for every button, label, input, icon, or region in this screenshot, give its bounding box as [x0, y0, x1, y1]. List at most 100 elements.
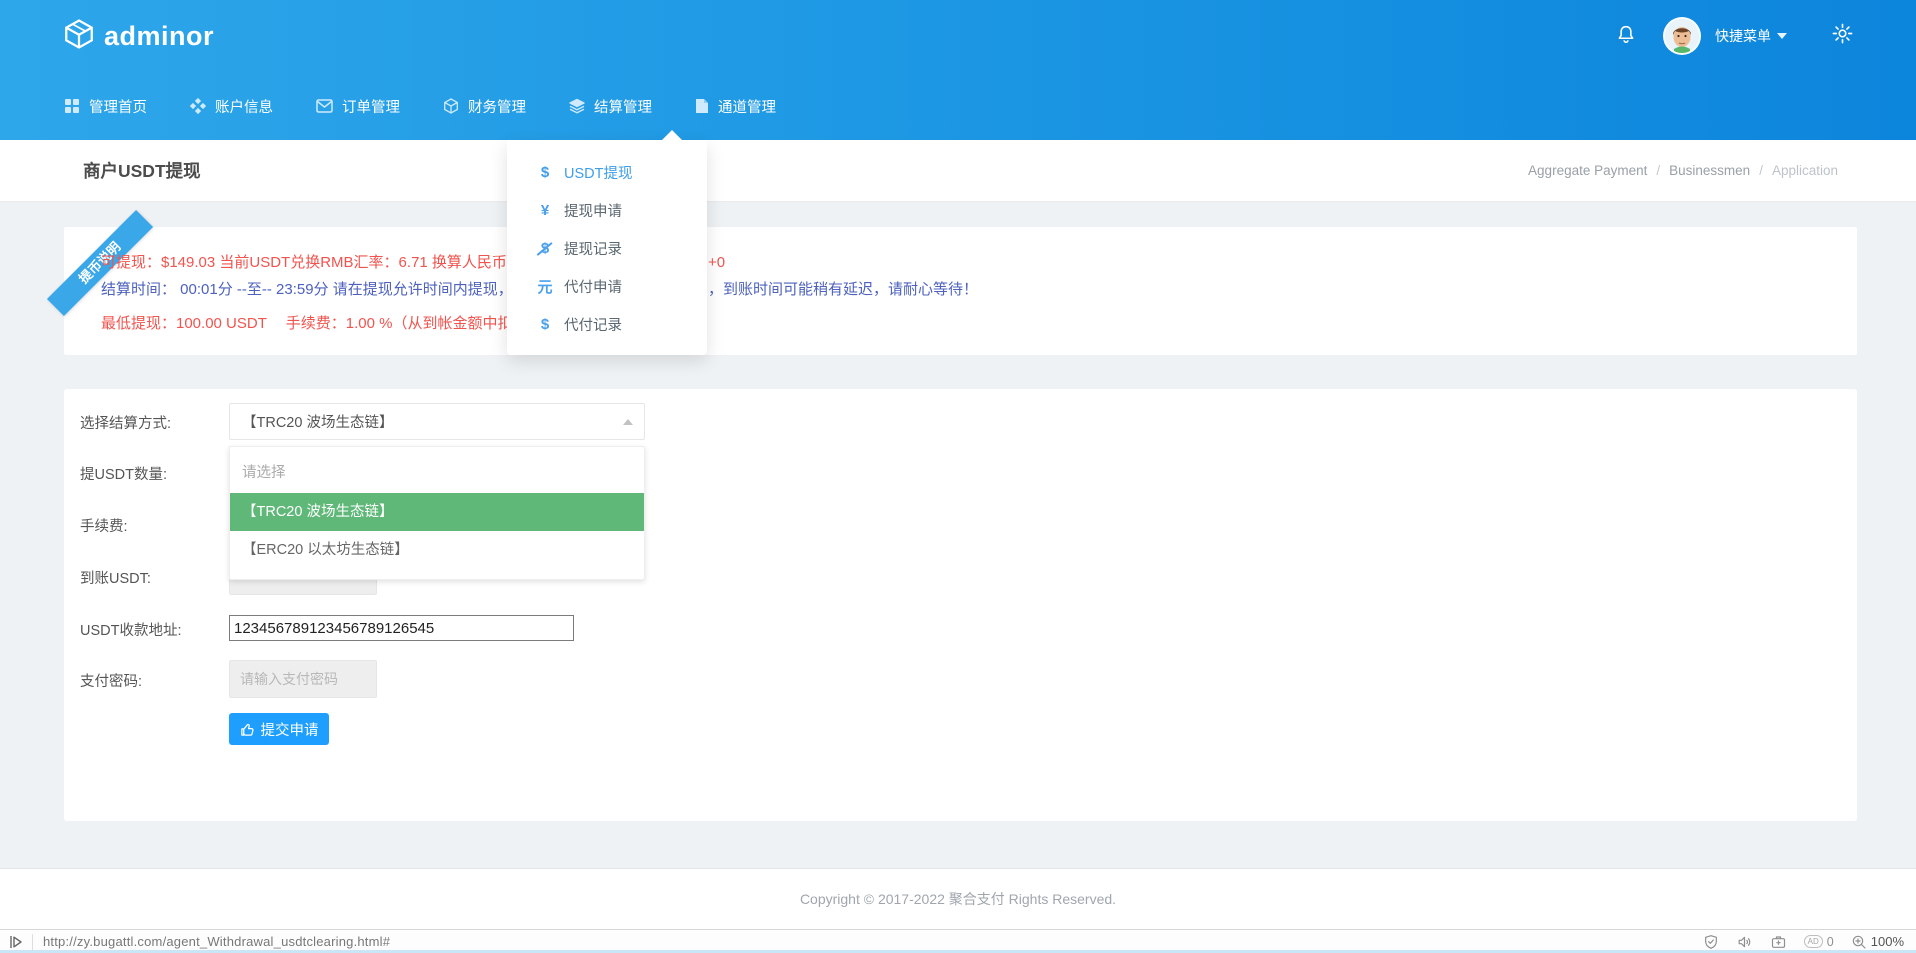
password-label: 支付密码:: [80, 668, 229, 691]
toolbox-plus-icon[interactable]: [1770, 934, 1787, 950]
dollar-icon: $: [537, 316, 553, 333]
nav-label: 通道管理: [718, 96, 776, 117]
password-row: 支付密码:: [80, 661, 1857, 697]
notice-line-minimum: 最低提现：100.00 USDT 手续费：1.00 %（从到帐金额中扣除）: [101, 310, 1857, 337]
thumb-up-icon: [240, 722, 255, 737]
chevron-down-icon: [1777, 33, 1787, 39]
submit-button[interactable]: 提交申请: [229, 713, 329, 745]
menu-item-label: 代付申请: [564, 276, 622, 297]
amount-label: 提USDT数量:: [80, 461, 229, 484]
titlebar: 商户USDT提现 Aggregate Payment / Businessmen…: [0, 140, 1916, 202]
copyright-text: Copyright © 2017-2022 聚合支付 Rights Reserv…: [800, 889, 1116, 909]
ad-count: 0: [1827, 935, 1834, 949]
mail-icon: [316, 99, 333, 113]
breadcrumb-separator: /: [1759, 163, 1763, 178]
zoom-plus-icon: [1851, 934, 1867, 950]
receive-label: 到账USDT:: [80, 565, 229, 588]
nav-label: 订单管理: [342, 96, 400, 117]
fee-label: 手续费:: [80, 513, 229, 536]
menu-item-withdraw-apply[interactable]: ¥ 提现申请: [507, 191, 707, 229]
pay-password-input[interactable]: [229, 660, 377, 698]
breadcrumb-item[interactable]: Aggregate Payment: [1528, 163, 1647, 178]
menu-item-payout-records[interactable]: $ 代付记录: [507, 305, 707, 343]
user-menu[interactable]: 快捷菜单: [1715, 26, 1787, 46]
menu-item-usdt-withdraw[interactable]: $ USDT提现: [507, 153, 707, 191]
bell-icon[interactable]: [1615, 22, 1637, 51]
page-title: 商户USDT提现: [83, 158, 201, 183]
nav-item-account[interactable]: 账户信息: [190, 72, 273, 140]
page: adminor: [0, 0, 1916, 953]
gear-icon[interactable]: [1831, 22, 1854, 50]
cube-logo-icon: [62, 17, 96, 56]
menu-item-withdraw-records[interactable]: $ 提现记录: [507, 229, 707, 267]
select-placeholder-option[interactable]: 请选择: [230, 453, 644, 493]
notice-line-balance: 可提现：$149.03 当前USDT兑换RMB汇率：6.71 换算人民币¥ +0: [101, 249, 1857, 276]
read-mode-icon[interactable]: [0, 935, 32, 949]
yuan-icon: 元: [537, 276, 553, 297]
dollar-slash-icon: $: [537, 240, 553, 257]
nav-label: 账户信息: [215, 96, 273, 117]
logo[interactable]: adminor: [62, 17, 214, 56]
nav-label: 财务管理: [468, 96, 526, 117]
statusbar-divider: [32, 934, 33, 950]
menu-item-payout-apply[interactable]: 元 代付申请: [507, 267, 707, 305]
method-label: 选择结算方式:: [80, 410, 229, 433]
file-icon: [695, 98, 709, 114]
select-caret-icon: [623, 419, 633, 425]
menu-caret-icon: [661, 130, 683, 141]
breadcrumb: Aggregate Payment / Businessmen / Applic…: [1528, 163, 1838, 178]
statusbar-controls: AD 0 100%: [1703, 934, 1916, 950]
withdraw-notice-box: 提币说明 可提现：$149.03 当前USDT兑换RMB汇率：6.71 换算人民…: [64, 227, 1857, 355]
menu-item-label: 代付记录: [564, 314, 622, 335]
menu-item-label: 提现申请: [564, 200, 622, 221]
ad-badge: AD: [1804, 935, 1823, 948]
user-menu-label: 快捷菜单: [1715, 26, 1771, 46]
footer: Copyright © 2017-2022 聚合支付 Rights Reserv…: [0, 868, 1916, 929]
nav-item-home[interactable]: 管理首页: [64, 72, 147, 140]
statusbar-url: http://zy.bugattl.com/agent_Withdrawal_u…: [43, 934, 390, 949]
ad-blocker-indicator[interactable]: AD 0: [1804, 935, 1834, 949]
menu-item-label: USDT提现: [564, 162, 632, 183]
breadcrumb-item[interactable]: Businessmen: [1669, 163, 1750, 178]
nav-label: 结算管理: [594, 96, 652, 117]
notice-text: +0: [708, 249, 725, 276]
usdt-address-input[interactable]: [229, 615, 574, 641]
logo-text: adminor: [104, 21, 214, 52]
dollar-icon: $: [537, 164, 553, 181]
submit-button-label: 提交申请: [261, 719, 319, 740]
address-row: USDT收款地址:: [80, 609, 1857, 647]
zoom-control[interactable]: 100%: [1851, 934, 1904, 950]
nav-item-settlement[interactable]: 结算管理: [569, 72, 652, 140]
option-erc20[interactable]: 【ERC20 以太坊生态链】: [230, 531, 644, 569]
header-actions: 快捷菜单: [1615, 17, 1854, 55]
notice-text: 结算时间： 00:01分 --至-- 23:59分 请在提现允许时间内提现， 由: [101, 281, 532, 298]
avatar[interactable]: [1663, 17, 1701, 55]
header-top: adminor: [0, 0, 1916, 72]
notice-text: 最低提现：100.00 USDT 手续费：1.00 %（从到帐金额中扣除）: [101, 315, 542, 332]
nav-item-channels[interactable]: 通道管理: [695, 72, 776, 140]
settlement-dropdown-menu: $ USDT提现 ¥ 提现申请 $ 提现记录 元 代付申请 $ 代付记录: [507, 140, 707, 355]
nav-label: 管理首页: [89, 96, 147, 117]
settlement-method-select[interactable]: 【TRC20 波场生态链】: [229, 403, 645, 440]
zoom-level: 100%: [1871, 934, 1904, 949]
account-icon: [190, 98, 206, 114]
speaker-icon[interactable]: [1736, 934, 1753, 950]
cube-icon: [443, 98, 459, 114]
nav-item-finance[interactable]: 财务管理: [443, 72, 526, 140]
selected-option-text: 【TRC20 波场生态链】: [242, 411, 393, 432]
nav-item-orders[interactable]: 订单管理: [316, 72, 400, 140]
method-row: 选择结算方式: 【TRC20 波场生态链】: [80, 403, 1857, 440]
breadcrumb-item-current: Application: [1772, 163, 1838, 178]
breadcrumb-separator: /: [1656, 163, 1660, 178]
grid-icon: [64, 98, 80, 114]
shield-check-icon[interactable]: [1703, 934, 1719, 950]
option-trc20[interactable]: 【TRC20 波场生态链】: [230, 493, 644, 531]
layers-icon: [569, 98, 585, 114]
notice-text: ，到账时间可能稍有延迟，请耐心等待！: [708, 276, 978, 303]
yen-icon: ¥: [537, 202, 553, 219]
header: adminor: [0, 0, 1916, 140]
main-nav: 管理首页 账户信息 订单管理 财务管理: [0, 72, 1916, 140]
menu-item-label: 提现记录: [564, 238, 622, 259]
address-label: USDT收款地址:: [80, 617, 229, 640]
notice-text: 可提现：$149.03 当前USDT兑换RMB汇率：6.71 换算人民币¥: [101, 254, 515, 271]
